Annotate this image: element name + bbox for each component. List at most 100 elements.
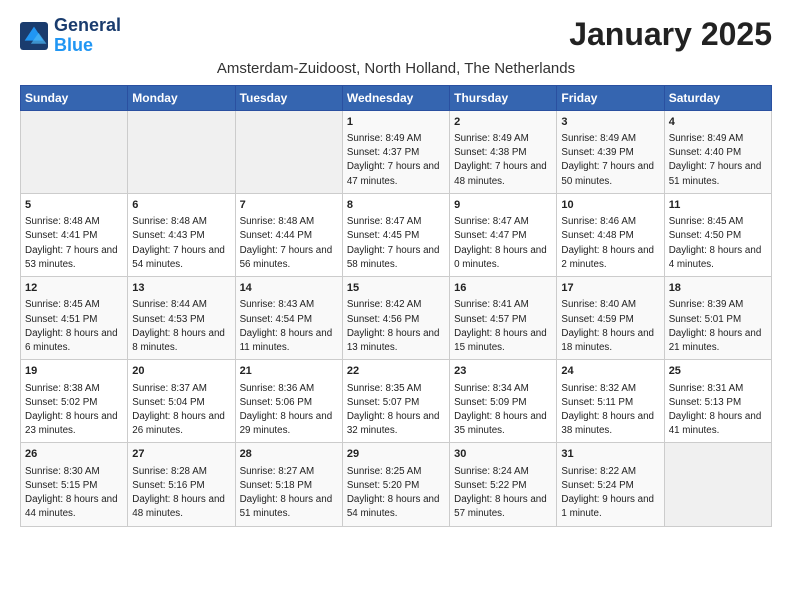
calendar-cell: 17Sunrise: 8:40 AM Sunset: 4:59 PM Dayli… [557, 277, 664, 360]
day-info: Sunrise: 8:31 AM Sunset: 5:13 PM Dayligh… [669, 382, 767, 439]
calendar-cell: 4 Sunrise: 8:49 AM Sunset: 4:40 PM Daylig… [664, 110, 771, 193]
calendar-cell [21, 110, 128, 193]
calendar-cell [235, 110, 342, 193]
day-info: Sunrise: 8:39 AM Sunset: 5:01 PM Dayligh… [669, 298, 767, 355]
logo: General Blue [20, 16, 121, 56]
day-info: Sunrise: 8:43 AM Sunset: 4:54 PM Dayligh… [240, 298, 338, 355]
calendar-cell: 15 Sunrise: 8:42 AM Sunset: 4:56 PM Dayli… [342, 277, 449, 360]
calendar-cell: 8 Sunrise: 8:47 AM Sunset: 4:45 PM Daylig… [342, 193, 449, 276]
day-info: Sunrise: 8:24 AM Sunset: 5:22 PM Dayligh… [454, 465, 552, 522]
calendar-cell [664, 443, 771, 526]
day-number: 6 [132, 198, 230, 213]
calendar-cell: 3 Sunrise: 8:49 AM Sunset: 4:39 PM Daylig… [557, 110, 664, 193]
day-number: 31 [561, 447, 659, 462]
calendar-week-row: 5 Sunrise: 8:48 AM Sunset: 4:41 PM Daylig… [21, 193, 772, 276]
weekday-header: Saturday [664, 85, 771, 110]
calendar-cell [128, 110, 235, 193]
day-info: Sunrise: 8:42 AM Sunset: 4:56 PM Dayligh… [347, 298, 445, 355]
day-info: Sunrise: 8:27 AM Sunset: 5:18 PM Dayligh… [240, 465, 338, 522]
day-info: Sunrise: 8:41 AM Sunset: 4:57 PM Dayligh… [454, 298, 552, 355]
title-block: January 2025 [569, 16, 772, 53]
day-number: 7 [240, 198, 338, 213]
day-number: 10 [561, 198, 659, 213]
day-number: 20 [132, 364, 230, 379]
calendar-cell: 1 Sunrise: 8:49 AM Sunset: 4:37 PM Daylig… [342, 110, 449, 193]
day-number: 4 [669, 115, 767, 130]
calendar-week-row: 1 Sunrise: 8:49 AM Sunset: 4:37 PM Daylig… [21, 110, 772, 193]
calendar-cell: 25 Sunrise: 8:31 AM Sunset: 5:13 PM Dayli… [664, 360, 771, 443]
calendar-cell: 13 Sunrise: 8:44 AM Sunset: 4:53 PM Dayli… [128, 277, 235, 360]
day-info: Sunrise: 8:35 AM Sunset: 5:07 PM Dayligh… [347, 382, 445, 439]
calendar-cell: 16Sunrise: 8:41 AM Sunset: 4:57 PM Dayli… [450, 277, 557, 360]
day-info: Sunrise: 8:48 AM Sunset: 4:43 PM Dayligh… [132, 215, 230, 272]
day-info: Sunrise: 8:46 AM Sunset: 4:48 PM Dayligh… [561, 215, 659, 272]
day-number: 28 [240, 447, 338, 462]
day-number: 3 [561, 115, 659, 130]
day-number: 23 [454, 364, 552, 379]
day-info: Sunrise: 8:49 AM Sunset: 4:37 PM Dayligh… [347, 132, 445, 189]
day-info: Sunrise: 8:48 AM Sunset: 4:41 PM Dayligh… [25, 215, 123, 272]
calendar-cell: 28 Sunrise: 8:27 AM Sunset: 5:18 PM Dayli… [235, 443, 342, 526]
day-number: 15 [347, 281, 445, 296]
day-number: 30 [454, 447, 552, 462]
logo-text: General Blue [54, 16, 121, 56]
calendar-cell: 6 Sunrise: 8:48 AM Sunset: 4:43 PM Daylig… [128, 193, 235, 276]
day-number: 5 [25, 198, 123, 213]
day-number: 26 [25, 447, 123, 462]
calendar-cell: 24 Sunrise: 8:32 AM Sunset: 5:11 PM Dayli… [557, 360, 664, 443]
page: General Blue January 2025 Amsterdam-Zuid… [0, 0, 792, 539]
day-info: Sunrise: 8:37 AM Sunset: 5:04 PM Dayligh… [132, 382, 230, 439]
day-number: 8 [347, 198, 445, 213]
month-title: January 2025 [569, 16, 772, 53]
calendar-cell: 9Sunrise: 8:47 AM Sunset: 4:47 PM Daylig… [450, 193, 557, 276]
calendar-cell: 21Sunrise: 8:36 AM Sunset: 5:06 PM Dayli… [235, 360, 342, 443]
calendar-cell: 19Sunrise: 8:38 AM Sunset: 5:02 PM Dayli… [21, 360, 128, 443]
day-info: Sunrise: 8:49 AM Sunset: 4:40 PM Dayligh… [669, 132, 767, 189]
day-info: Sunrise: 8:49 AM Sunset: 4:39 PM Dayligh… [561, 132, 659, 189]
logo-icon [20, 22, 48, 50]
calendar-cell: 14 Sunrise: 8:43 AM Sunset: 4:54 PM Dayli… [235, 277, 342, 360]
day-number: 13 [132, 281, 230, 296]
day-number: 17 [561, 281, 659, 296]
day-number: 12 [25, 281, 123, 296]
calendar-cell: 29Sunrise: 8:25 AM Sunset: 5:20 PM Dayli… [342, 443, 449, 526]
weekday-header-row: SundayMondayTuesdayWednesdayThursdayFrid… [21, 85, 772, 110]
weekday-header: Tuesday [235, 85, 342, 110]
day-number: 2 [454, 115, 552, 130]
header: General Blue January 2025 [20, 16, 772, 56]
day-info: Sunrise: 8:28 AM Sunset: 5:16 PM Dayligh… [132, 465, 230, 522]
calendar-cell: 20 Sunrise: 8:37 AM Sunset: 5:04 PM Dayli… [128, 360, 235, 443]
calendar-cell: 26 Sunrise: 8:30 AM Sunset: 5:15 PM Dayli… [21, 443, 128, 526]
logo-line2: Blue [54, 36, 121, 56]
day-info: Sunrise: 8:30 AM Sunset: 5:15 PM Dayligh… [25, 465, 123, 522]
day-info: Sunrise: 8:34 AM Sunset: 5:09 PM Dayligh… [454, 382, 552, 439]
calendar-cell: 30 Sunrise: 8:24 AM Sunset: 5:22 PM Dayli… [450, 443, 557, 526]
day-info: Sunrise: 8:45 AM Sunset: 4:50 PM Dayligh… [669, 215, 767, 272]
day-number: 19 [25, 364, 123, 379]
calendar-cell: 12 Sunrise: 8:45 AM Sunset: 4:51 PM Dayli… [21, 277, 128, 360]
weekday-header: Thursday [450, 85, 557, 110]
day-info: Sunrise: 8:32 AM Sunset: 5:11 PM Dayligh… [561, 382, 659, 439]
calendar-week-row: 12 Sunrise: 8:45 AM Sunset: 4:51 PM Dayli… [21, 277, 772, 360]
day-number: 1 [347, 115, 445, 130]
day-number: 29 [347, 447, 445, 462]
day-number: 24 [561, 364, 659, 379]
day-info: Sunrise: 8:36 AM Sunset: 5:06 PM Dayligh… [240, 382, 338, 439]
day-info: Sunrise: 8:47 AM Sunset: 4:45 PM Dayligh… [347, 215, 445, 272]
calendar-cell: 5 Sunrise: 8:48 AM Sunset: 4:41 PM Daylig… [21, 193, 128, 276]
calendar-cell: 27Sunrise: 8:28 AM Sunset: 5:16 PM Dayli… [128, 443, 235, 526]
day-info: Sunrise: 8:47 AM Sunset: 4:47 PM Dayligh… [454, 215, 552, 272]
day-info: Sunrise: 8:44 AM Sunset: 4:53 PM Dayligh… [132, 298, 230, 355]
calendar-table: SundayMondayTuesdayWednesdayThursdayFrid… [20, 85, 772, 527]
day-number: 11 [669, 198, 767, 213]
weekday-header: Friday [557, 85, 664, 110]
calendar-week-row: 26 Sunrise: 8:30 AM Sunset: 5:15 PM Dayli… [21, 443, 772, 526]
day-info: Sunrise: 8:45 AM Sunset: 4:51 PM Dayligh… [25, 298, 123, 355]
calendar-week-row: 19Sunrise: 8:38 AM Sunset: 5:02 PM Dayli… [21, 360, 772, 443]
calendar-cell: 10 Sunrise: 8:46 AM Sunset: 4:48 PM Dayli… [557, 193, 664, 276]
calendar-cell: 18Sunrise: 8:39 AM Sunset: 5:01 PM Dayli… [664, 277, 771, 360]
day-number: 14 [240, 281, 338, 296]
weekday-header: Wednesday [342, 85, 449, 110]
day-number: 25 [669, 364, 767, 379]
calendar-cell: 23 Sunrise: 8:34 AM Sunset: 5:09 PM Dayli… [450, 360, 557, 443]
